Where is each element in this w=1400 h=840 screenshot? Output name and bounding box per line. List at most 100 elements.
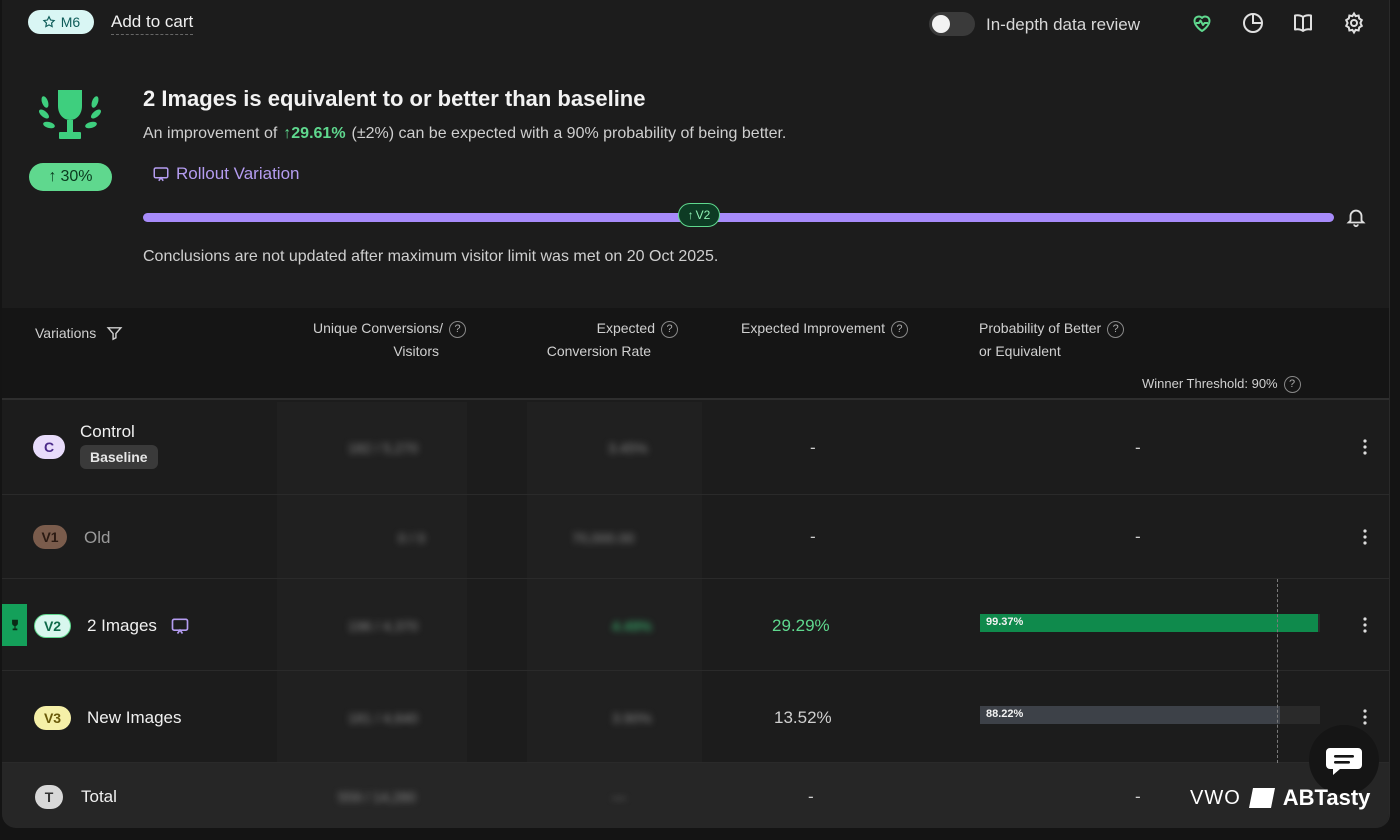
- improvement-value: 13.52%: [774, 708, 832, 727]
- probability-header-line1: Probability of Better: [979, 320, 1102, 336]
- conversion-rate-value: 3.90%: [612, 710, 652, 726]
- variation-badge: V3: [34, 706, 71, 730]
- result-subline: An improvement of ↑29.61% (±2%) can be e…: [143, 125, 786, 143]
- blurred-cell: [277, 495, 467, 578]
- in-depth-review-toggle[interactable]: [929, 12, 975, 36]
- conversions-value: 196 / 4,370: [348, 618, 419, 634]
- metric-title[interactable]: Add to cart: [111, 12, 194, 35]
- rate-header-line2: Conversion Rate: [546, 343, 651, 359]
- table-header: Variations Unique Conversions/? Visitors…: [2, 308, 1389, 400]
- help-icon[interactable]: ?: [1283, 376, 1301, 394]
- kebab-icon[interactable]: [1358, 527, 1372, 547]
- chat-icon: [1326, 748, 1362, 775]
- conversion-rate-header: Expected? Conversion Rate: [502, 317, 678, 363]
- table-row: V1 Old 0 / 0 70,000.00 - -: [2, 495, 1389, 579]
- help-icon[interactable]: ?: [661, 320, 678, 338]
- kebab-icon[interactable]: [1358, 707, 1372, 727]
- conclusion-note: Conclusions are not updated after maximu…: [143, 248, 719, 265]
- variation-name: Total: [81, 787, 117, 806]
- winner-indicator: [2, 604, 27, 646]
- gear-icon[interactable]: [1342, 11, 1366, 35]
- vwo-logo: VWO: [1190, 786, 1241, 809]
- help-icon[interactable]: ?: [1107, 320, 1125, 338]
- book-icon[interactable]: [1291, 11, 1315, 35]
- bell-icon[interactable]: [1345, 206, 1367, 228]
- winner-threshold-line: [1277, 579, 1278, 763]
- probability-value: -: [1135, 787, 1141, 806]
- subline-prefix: An improvement of: [143, 125, 278, 142]
- rate-header-line1: Expected: [596, 320, 655, 336]
- variation-name[interactable]: Old: [84, 528, 110, 548]
- probability-bar-fill: [980, 614, 1318, 632]
- variation-name[interactable]: New Images: [87, 708, 181, 728]
- table-row: V3 New Images 181 / 4,640 3.90% 13.52% 8…: [2, 671, 1389, 763]
- variation-badge: T: [35, 785, 63, 809]
- abtasty-logo-icon: [1248, 788, 1275, 808]
- abtasty-logo: ABTasty: [1282, 785, 1371, 810]
- toggle-knob: [932, 15, 950, 33]
- kebab-icon[interactable]: [1358, 437, 1372, 457]
- filter-icon[interactable]: [106, 325, 123, 342]
- probability-value: 88.22%: [986, 708, 1024, 720]
- improvement-value: -: [808, 787, 814, 806]
- top-bar: M6 Add to cart In-depth data review: [2, 0, 1389, 46]
- probability-bar: 99.37%: [980, 614, 1320, 632]
- variation-name[interactable]: Control: [80, 422, 135, 442]
- table-row: V2 2 Images 196 / 4,370 4.49% 29.29% 99.…: [2, 579, 1389, 671]
- table-row-total: T Total 559 / 14,280 — - -: [2, 763, 1389, 828]
- variation-name[interactable]: 2 Images: [87, 616, 157, 636]
- heart-pulse-icon[interactable]: [1190, 11, 1214, 35]
- conversions-value: 559 / 14,280: [338, 789, 416, 805]
- improvement-value: 29.29%: [772, 616, 830, 635]
- improvement-header: Expected Improvement?: [741, 317, 908, 340]
- conversion-rate-value: —: [612, 789, 626, 805]
- improvement-header-label: Expected Improvement: [741, 320, 885, 336]
- conversions-header: Unique Conversions/? Visitors: [286, 317, 466, 363]
- winner-threshold: Winner Threshold: 90%?: [1142, 372, 1301, 395]
- progress-marker-label: V2: [695, 208, 711, 222]
- test-report-card: M6 Add to cart In-depth data review ↑ 30…: [2, 0, 1390, 828]
- rollout-variation-button[interactable]: Rollout Variation: [152, 164, 299, 184]
- subline-suffix: (±2%) can be expected with a 90% probabi…: [351, 125, 787, 142]
- conversion-rate-value: 70,000.00: [572, 530, 635, 546]
- result-headline: 2 Images is equivalent to or better than…: [143, 86, 646, 111]
- pie-chart-icon[interactable]: [1241, 11, 1265, 35]
- help-icon[interactable]: ?: [449, 320, 466, 338]
- rollout-label: Rollout Variation: [176, 164, 300, 183]
- in-depth-review-label: In-depth data review: [986, 15, 1141, 34]
- uplift-value: 30%: [60, 168, 93, 185]
- trophy-icon: [11, 619, 18, 631]
- probability-value: -: [1135, 527, 1141, 546]
- variation-badge: V2: [34, 614, 71, 638]
- arrow-up-icon: ↑: [687, 208, 694, 222]
- table-row: C Control Baseline 182 / 5,270 3.45% - -: [2, 402, 1389, 495]
- conversions-header-line2: Visitors: [393, 343, 439, 359]
- progress-marker: ↑ V2: [678, 203, 720, 227]
- conversions-value: 181 / 4,640: [348, 710, 419, 726]
- improvement-value: ↑29.61%: [283, 125, 346, 142]
- trophy-icon: [39, 90, 101, 139]
- probability-header: Probability of Better? or Equivalent: [979, 317, 1125, 363]
- variations-header-label: Variations: [35, 325, 97, 341]
- probability-value: -: [1135, 438, 1141, 457]
- arrow-up-icon: ↑: [48, 168, 57, 185]
- conversion-rate-value: 3.45%: [608, 440, 648, 456]
- probability-bar: 88.22%: [980, 706, 1320, 724]
- visitor-progress-bar: [143, 213, 1334, 222]
- brand-logos: VWO ABTasty: [1190, 784, 1370, 812]
- uplift-badge: ↑ 30%: [29, 163, 112, 191]
- conversion-rate-value: 4.49%: [612, 618, 652, 634]
- baseline-tag: Baseline: [80, 445, 158, 469]
- improvement-value: -: [810, 438, 816, 457]
- metric-badge[interactable]: M6: [28, 10, 94, 34]
- rollout-icon: [153, 167, 169, 182]
- metric-badge-label: M6: [60, 14, 81, 30]
- variations-header: Variations: [35, 322, 123, 345]
- conversions-value: 0 / 0: [398, 530, 426, 546]
- help-icon[interactable]: ?: [890, 320, 908, 338]
- probability-value: 99.37%: [986, 616, 1024, 628]
- rollout-icon: [171, 618, 189, 634]
- winner-threshold-label: Winner Threshold: 90%: [1142, 376, 1278, 391]
- probability-bar-fill: [980, 706, 1280, 724]
- kebab-icon[interactable]: [1358, 615, 1372, 635]
